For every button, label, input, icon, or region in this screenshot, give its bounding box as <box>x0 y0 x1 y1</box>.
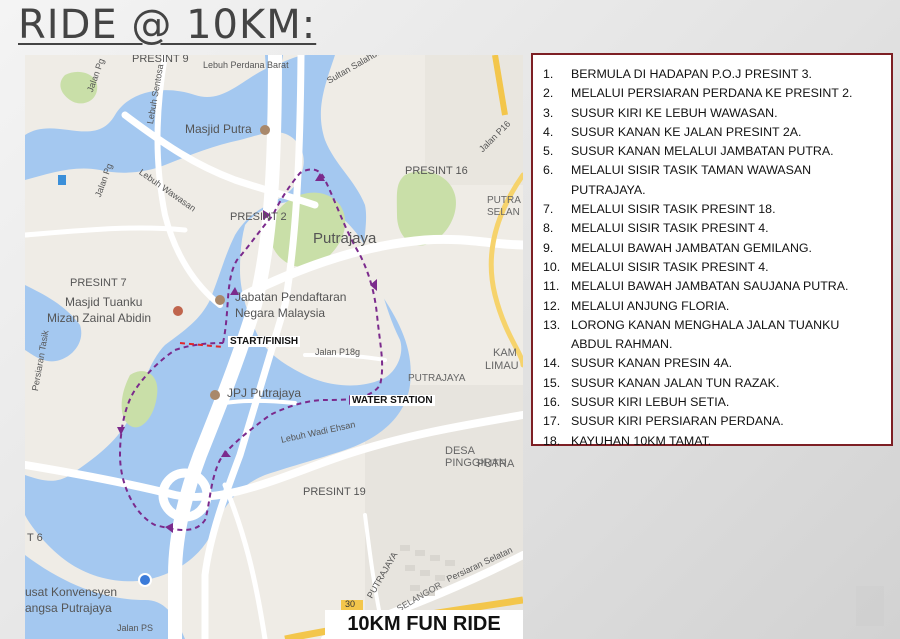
label-t6: T 6 <box>27 532 43 544</box>
step-number: 4. <box>543 124 554 139</box>
label-pusat-1: usat Konvensyen <box>25 585 118 599</box>
step-number: 3. <box>543 105 554 120</box>
step-item: 3. SUSUR KIRI KE LEBUH WAWASAN. <box>543 104 881 123</box>
label-putra-ne: PUTRA <box>487 195 521 206</box>
label-presint16: PRESINT 16 <box>405 165 468 177</box>
step-text: SUSUR KANAN MELALUI JAMBATAN PUTRA. <box>571 144 834 159</box>
map-canvas <box>25 55 523 639</box>
label-lebuh-perdana-barat: Lebuh Perdana Barat <box>203 60 289 70</box>
step-text: SUSUR KIRI PERSIARAN PERDANA. <box>571 414 784 429</box>
marker-water-station: WATER STATION <box>350 395 435 406</box>
label-limau: LIMAU <box>485 360 519 372</box>
step-text: KAYUHAN 10KM TAMAT. <box>571 433 712 448</box>
step-item: 14. SUSUR KANAN PRESIN 4A. <box>543 354 881 373</box>
label-masjid-tuanku-2: Mizan Zainal Abidin <box>47 311 152 325</box>
label-jabatan-1: Jabatan Pendaftaran <box>235 290 347 304</box>
step-number: 14. <box>543 356 561 371</box>
step-text: SUSUR KIRI LEBUH SETIA. <box>571 395 730 410</box>
label-jalan-ps: Jalan PS <box>117 623 154 633</box>
step-item: 8. MELALUI SISIR TASIK PRESINT 4. <box>543 219 881 238</box>
step-item: 13. LORONG KANAN MENGHALA JALAN TUANKU AB… <box>543 316 881 355</box>
step-item: 16. SUSUR KIRI LEBUH SETIA. <box>543 393 881 412</box>
step-number: 15. <box>543 375 561 390</box>
step-number: 1. <box>543 67 554 81</box>
step-number: 10. <box>543 259 561 274</box>
label-putrajaya-caps: PUTRAJAYA <box>408 373 466 384</box>
step-text: MELALUI BAWAH JAMBATAN GEMILANG. <box>571 240 812 255</box>
step-text: SUSUR KANAN JALAN TUN RAZAK. <box>571 375 780 390</box>
label-desa-putra: PUTRA <box>477 458 515 470</box>
step-text: BERMULA DI HADAPAN P.O.J PRESINT 3. <box>571 67 812 81</box>
step-text: SUSUR KANAN KE JALAN PRESINT 2A. <box>571 124 802 139</box>
step-item: 10. MELALUI SISIR TASIK PRESINT 4. <box>543 258 881 277</box>
label-jpj: JPJ Putrajaya <box>227 386 302 400</box>
location-dot <box>138 573 152 587</box>
step-item: 2. MELALUI PERSIARAN PERDANA KE PRESINT 2… <box>543 84 881 103</box>
label-masjid-tuanku-1: Masjid Tuanku <box>65 295 143 309</box>
label-jabatan-2: Negara Malaysia <box>235 306 326 320</box>
step-text: MELALUI SISIR TASIK TAMAN WAWASAN PUTRAJ… <box>571 163 812 197</box>
route-map[interactable]: PRESINT 9 Lebuh Perdana Barat Sultan Sal… <box>25 55 523 639</box>
step-number: 7. <box>543 202 554 217</box>
steps-list: 1. BERMULA DI HADAPAN P.O.J PRESINT 3. 2. M… <box>543 65 881 451</box>
label-selan-ne: SELAN <box>487 207 520 218</box>
step-text: MELALUI SISIR TASIK PRESINT 4. <box>571 259 769 274</box>
step-text: MELALUI SISIR TASIK PRESINT 18. <box>571 202 776 217</box>
step-number: 2. <box>543 86 554 101</box>
step-item: 11. MELALUI BAWAH JAMBATAN SAUJANA PUTRA. <box>543 277 881 296</box>
corner-block <box>856 586 884 626</box>
step-number: 6. <box>543 163 554 178</box>
step-item: 1. BERMULA DI HADAPAN P.O.J PRESINT 3. <box>543 65 881 84</box>
label-presint2: PRESINT 2 <box>230 211 287 223</box>
step-text: MELALUI BAWAH JAMBATAN SAUJANA PUTRA. <box>571 279 849 294</box>
step-item: 12. MELALUI ANJUNG FLORIA. <box>543 297 881 316</box>
step-text: MELALUI ANJUNG FLORIA. <box>571 298 730 313</box>
step-item: 5. SUSUR KANAN MELALUI JAMBATAN PUTRA. <box>543 142 881 161</box>
step-number: 11. <box>543 279 560 294</box>
step-number: 9. <box>543 240 554 255</box>
fun-ride-banner: 10KM FUN RIDE <box>325 610 523 639</box>
label-presint19: PRESINT 19 <box>303 486 366 498</box>
step-item: 17. SUSUR KIRI PERSIARAN PERDANA. <box>543 412 881 431</box>
step-number: 12. <box>543 298 561 313</box>
step-item: 6. MELALUI SISIR TASIK TAMAN WAWASAN PUTR… <box>543 161 881 200</box>
label-pusat-2: angsa Putrajaya <box>25 601 112 615</box>
label-putrajaya-city: Putrajaya <box>313 230 377 247</box>
step-item: 7. MELALUI SISIR TASIK PRESINT 18. <box>543 200 881 219</box>
step-number: 5. <box>543 144 554 159</box>
step-item: 15. SUSUR KANAN JALAN TUN RAZAK. <box>543 374 881 393</box>
step-number: 8. <box>543 221 554 236</box>
label-kam: KAM <box>493 347 517 359</box>
step-text: MELALUI PERSIARAN PERDANA KE PRESINT 2. <box>571 86 853 101</box>
step-item: 9. MELALUI BAWAH JAMBATAN GEMILANG. <box>543 239 881 258</box>
step-item: 18. KAYUHAN 10KM TAMAT. <box>543 432 881 451</box>
step-text: SUSUR KANAN PRESIN 4A. <box>571 356 733 371</box>
page-title: RIDE @ 10KM: <box>18 2 317 48</box>
label-masjid-putra: Masjid Putra <box>185 122 252 136</box>
step-text: MELALUI SISIR TASIK PRESINT 4. <box>571 221 769 236</box>
step-number: 18. <box>543 433 561 448</box>
step-number: 13. <box>543 317 561 332</box>
label-jalan-p18g: Jalan P18g <box>315 347 361 357</box>
label-route-30: 30 <box>345 599 356 609</box>
step-number: 17. <box>543 414 561 429</box>
step-text: LORONG KANAN MENGHALA JALAN TUANKU ABDUL… <box>571 317 840 352</box>
route-steps-panel: 1. BERMULA DI HADAPAN P.O.J PRESINT 3. 2. M… <box>531 53 893 448</box>
marker-start-finish: START/FINISH <box>228 336 301 347</box>
step-text: SUSUR KIRI KE LEBUH WAWASAN. <box>571 105 778 120</box>
step-number: 16. <box>543 395 561 410</box>
step-item: 4. SUSUR KANAN KE JALAN PRESINT 2A. <box>543 123 881 142</box>
label-presint7: PRESINT 7 <box>70 277 127 289</box>
